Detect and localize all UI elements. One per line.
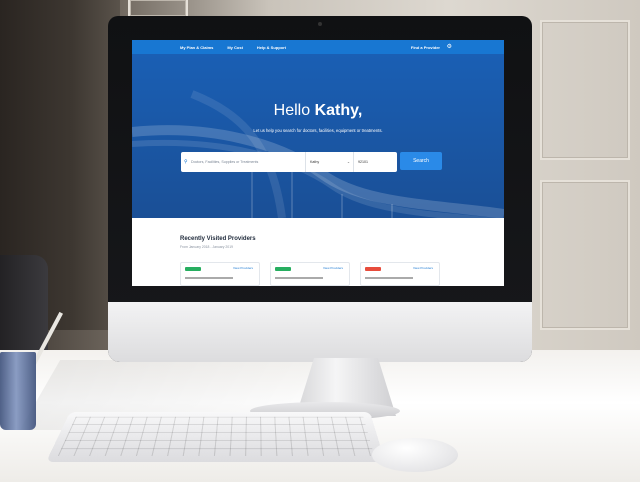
chevron-down-icon: ⌄ (346, 160, 350, 164)
nav-item-help[interactable]: Help & Support (257, 45, 286, 50)
screen: My Plan & Claims My Cost Help & Support … (132, 40, 504, 286)
provider-card[interactable]: View Providers (360, 262, 440, 286)
wall-panel-upper (540, 20, 630, 160)
gear-icon[interactable]: ⚙ (447, 43, 452, 50)
search-placeholder: Doctors, Facilities, Supplies or Treatme… (191, 160, 259, 164)
monitor-chin (108, 302, 532, 362)
office-chair (0, 255, 48, 355)
view-providers-link[interactable]: View Providers (233, 266, 253, 270)
mouse (372, 438, 458, 472)
search-button[interactable]: Search (400, 152, 442, 170)
top-navigation: My Plan & Claims My Cost Help & Support … (132, 40, 504, 54)
recent-date-range: From January 2018 - January 2019 (180, 245, 233, 249)
recent-providers-section: Recently Visited Providers From January … (132, 218, 504, 286)
search-bar: ⚲ Doctors, Facilities, Supplies or Treat… (181, 152, 397, 172)
member-select[interactable]: Kathy ⌄ (305, 152, 353, 172)
view-providers-link[interactable]: View Providers (323, 266, 343, 270)
nav-item-plan-claims[interactable]: My Plan & Claims (180, 45, 213, 50)
status-badge (185, 267, 201, 271)
greeting-word: Hello (273, 102, 311, 119)
provider-card[interactable]: View Providers (180, 262, 260, 286)
greeting-name: Kathy, (314, 102, 363, 119)
hero-banner: Hello Kathy, Let us help you search for … (132, 54, 504, 218)
nav-find-provider[interactable]: Find a Provider (411, 45, 440, 50)
pen-cup (0, 352, 36, 430)
zip-value: 92101 (358, 160, 368, 164)
search-icon: ⚲ (184, 159, 188, 165)
highway-background-image (132, 90, 504, 218)
nav-links: My Plan & Claims My Cost Help & Support (180, 45, 286, 50)
keyboard-keys (57, 416, 375, 456)
status-badge (365, 267, 381, 271)
hero-greeting: Hello Kathy, (132, 102, 504, 120)
zip-input[interactable]: 92101 (353, 152, 397, 172)
provider-name-placeholder (185, 277, 233, 279)
nav-item-cost[interactable]: My Cost (227, 45, 243, 50)
provider-name-placeholder (275, 277, 323, 279)
status-badge (275, 267, 291, 271)
search-input[interactable]: ⚲ Doctors, Facilities, Supplies or Treat… (181, 159, 305, 165)
recent-title: Recently Visited Providers (180, 236, 256, 242)
hero-subtitle: Let us help you search for doctors, faci… (253, 128, 383, 133)
view-providers-link[interactable]: View Providers (413, 266, 433, 270)
wall-panel-lower (540, 180, 630, 330)
provider-name-placeholder (365, 277, 413, 279)
provider-card[interactable]: View Providers (270, 262, 350, 286)
keyboard (46, 412, 386, 462)
member-value: Kathy (310, 160, 320, 164)
camera-dot (318, 22, 322, 26)
